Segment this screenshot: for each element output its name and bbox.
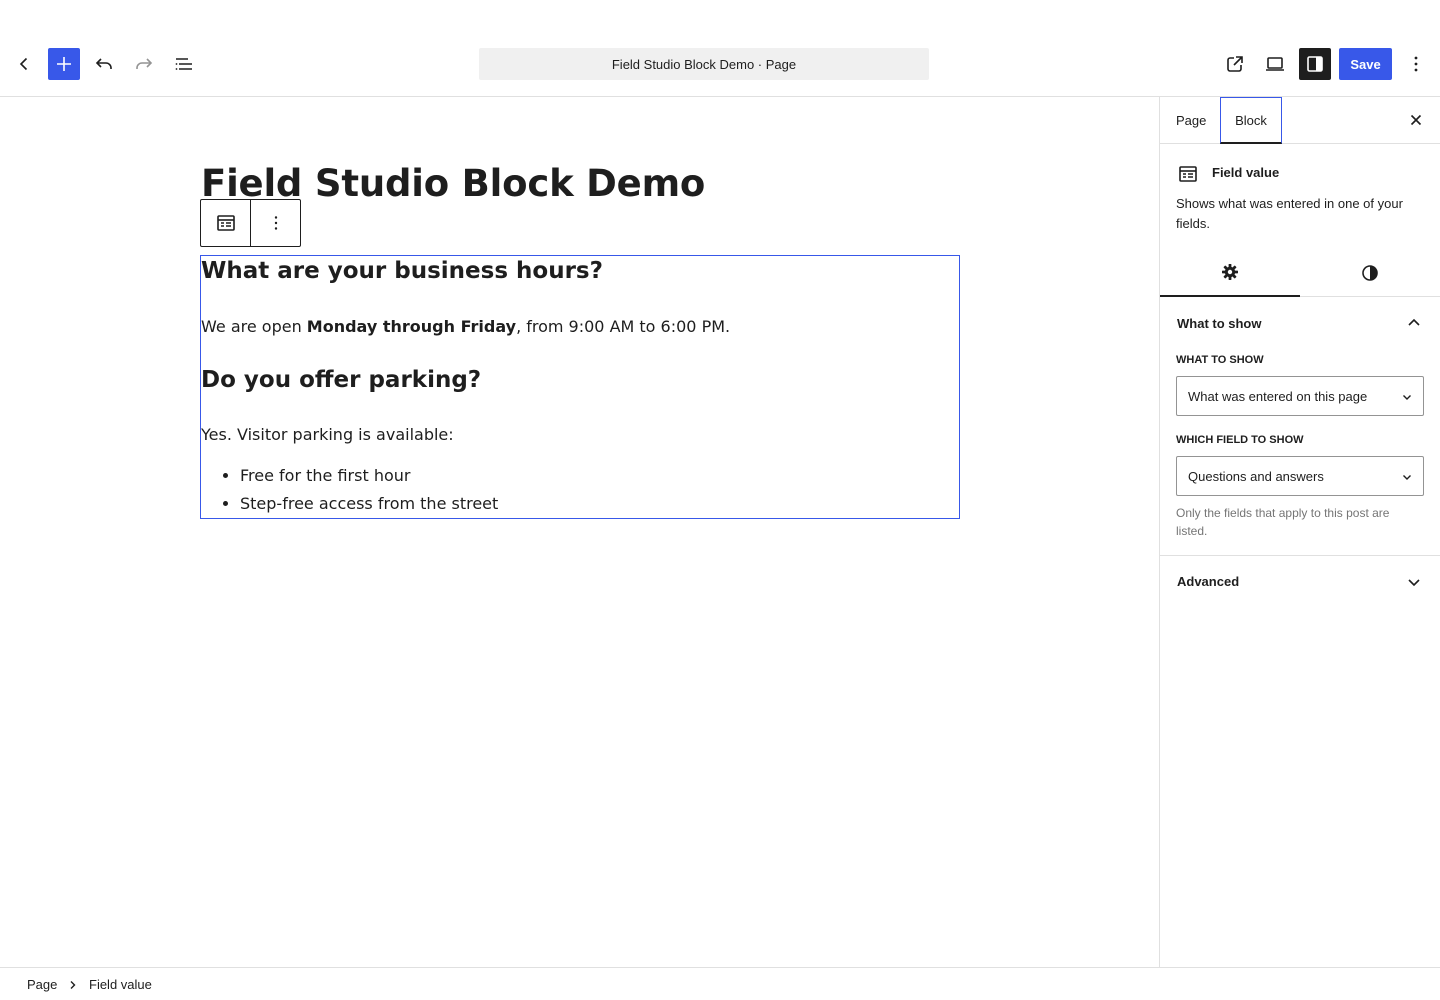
panel-what-to-show-toggle[interactable]: What to show [1160, 297, 1440, 349]
select-value: Questions and answers [1188, 468, 1324, 484]
more-vertical-icon [1414, 56, 1418, 72]
block-type-button[interactable] [201, 200, 251, 246]
external-link-icon [1227, 56, 1243, 72]
block-card-title: Field value [1212, 165, 1280, 180]
desktop-view-icon [1266, 57, 1284, 71]
contrast-icon [1362, 265, 1378, 281]
field-value-block[interactable]: What are your business hours? We are ope… [200, 255, 960, 519]
answer-paragraph: We are open Monday through Friday, from … [201, 317, 730, 336]
back-button[interactable] [8, 48, 40, 80]
view-page-button[interactable] [1219, 48, 1251, 80]
sidebar-tabs: Page Block [1160, 97, 1440, 144]
panel-title: What to show [1177, 315, 1262, 331]
field-value-icon [1178, 164, 1198, 189]
chevron-down-icon [1408, 579, 1420, 587]
list-view-icon [175, 58, 192, 70]
panel-advanced-toggle[interactable]: Advanced [1160, 555, 1440, 607]
breadcrumb-page[interactable]: Page [27, 977, 57, 992]
answer-bold-text: Monday through Friday [306, 317, 517, 336]
which-field-label: Which field to show [1176, 434, 1304, 446]
which-field-help: Only the fields that apply to this post … [1176, 506, 1390, 538]
preview-device-button[interactable] [1259, 48, 1291, 80]
options-button[interactable] [1400, 48, 1432, 80]
list-item: Step-free access from the street [240, 490, 498, 518]
tab-block[interactable]: Block [1220, 97, 1282, 144]
editor-canvas: Field Studio Block Demo What are your bu… [0, 97, 1159, 967]
save-button[interactable]: Save [1339, 48, 1392, 80]
select-value: What was entered on this page [1188, 388, 1368, 404]
document-title[interactable]: Field Studio Block Demo · Page [479, 48, 929, 80]
plus-icon [57, 57, 71, 71]
undo-icon [95, 58, 112, 69]
which-field-select[interactable]: Questions and answers [1176, 456, 1424, 496]
chevron-down-icon [1403, 475, 1411, 480]
answer-paragraph: Yes. Visitor parking is available: [201, 425, 454, 444]
what-to-show-label: What to show [1176, 354, 1264, 366]
settings-toggle-button[interactable] [1299, 48, 1331, 80]
gear-icon [1222, 264, 1238, 280]
answer-text: We are open [201, 317, 307, 336]
redo-button[interactable] [128, 48, 160, 80]
chevron-up-icon [1408, 318, 1420, 326]
close-icon [1410, 114, 1422, 126]
breadcrumb: Page Field value [0, 967, 1440, 1000]
list-item: Free for the first hour [240, 462, 498, 490]
more-vertical-icon [274, 216, 277, 230]
panel-title: Advanced [1177, 574, 1240, 589]
undo-button[interactable] [88, 48, 120, 80]
editor-header: Field Studio Block Demo · Page Save [0, 32, 1440, 97]
close-settings-button[interactable] [1404, 108, 1428, 132]
tab-page[interactable]: Page [1176, 97, 1206, 144]
block-card: Field value Shows what was entered in on… [1160, 145, 1440, 241]
add-block-button[interactable] [48, 48, 80, 80]
block-card-description: Shows what was entered in one of your fi… [1176, 196, 1403, 231]
settings-sidebar: Page Block Field value Shows what was en… [1159, 97, 1440, 967]
block-toolbar [200, 199, 301, 247]
block-options-button[interactable] [251, 200, 300, 246]
answer-text: , from 9:00 AM to 6:00 PM. [516, 317, 731, 336]
redo-icon [136, 58, 153, 69]
inspector-tabs [1160, 249, 1440, 297]
question-heading: Do you offer parking? [201, 367, 482, 393]
tab-styles[interactable] [1300, 249, 1440, 297]
tab-settings[interactable] [1160, 249, 1300, 297]
chevron-down-icon [1403, 395, 1411, 400]
breadcrumb-current: Field value [89, 977, 152, 992]
chevron-left-icon [19, 57, 28, 71]
what-to-show-select[interactable]: What was entered on this page [1176, 376, 1424, 416]
field-value-icon [216, 215, 235, 231]
document-overview-button[interactable] [168, 48, 200, 80]
answer-list: Free for the first hour Step-free access… [240, 462, 498, 518]
chevron-right-icon [70, 981, 76, 989]
question-heading: What are your business hours? [201, 258, 603, 284]
sidebar-icon [1307, 56, 1323, 72]
